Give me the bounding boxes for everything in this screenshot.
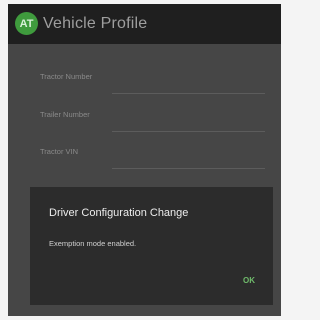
tractor-vin-input[interactable] [112,150,265,169]
ok-button[interactable]: OK [239,274,259,287]
app-screen: AT Vehicle Profile Tractor Number Traile… [8,4,281,316]
tractor-number-label: Tractor Number [40,72,93,81]
tractor-number-input[interactable] [112,75,265,94]
trailer-number-input[interactable] [112,113,265,132]
dialog-title: Driver Configuration Change [49,207,189,219]
tractor-vin-field[interactable]: Tractor VIN [40,145,265,169]
app-bar: AT Vehicle Profile [8,4,281,44]
tractor-number-field[interactable]: Tractor Number [40,70,265,94]
tractor-vin-label: Tractor VIN [40,147,79,156]
dialog-message: Exemption mode enabled. [49,239,137,248]
trailer-number-label: Trailer Number [40,110,90,119]
app-logo-icon: AT [15,12,38,35]
trailer-number-field[interactable]: Trailer Number [40,108,265,132]
driver-configuration-dialog: Driver Configuration Change Exemption mo… [30,187,273,305]
page-title: Vehicle Profile [43,15,148,32]
